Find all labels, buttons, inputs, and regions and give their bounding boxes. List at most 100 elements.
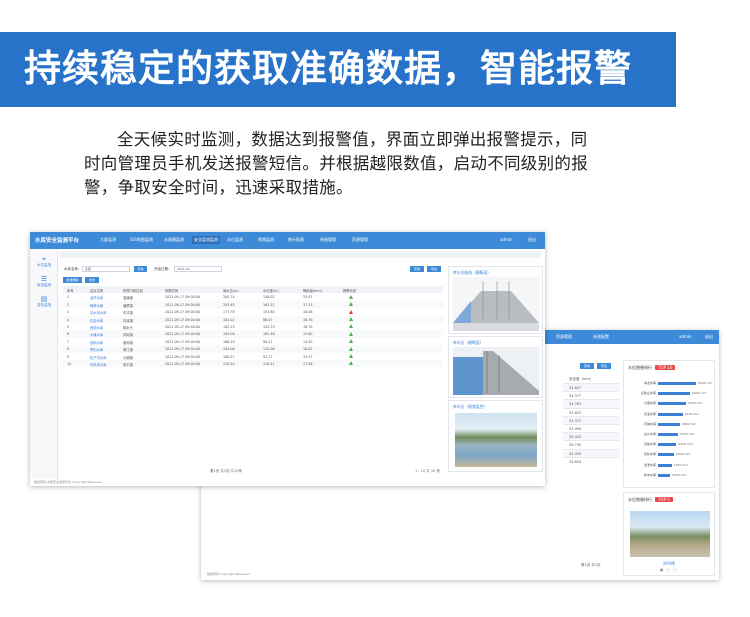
back-nav-resources[interactable]: 资源管理 bbox=[556, 334, 572, 340]
station-link[interactable]: 石岩水库 bbox=[90, 318, 103, 323]
front-top-nav: 水库安全监测平台 大屏监测 GIS地图监测 水雨情监测 安全监测监测 水位监测 … bbox=[30, 232, 545, 249]
column-header[interactable]: 降雨量(mm) bbox=[303, 288, 322, 293]
top10-badge: TOP 10 bbox=[655, 365, 676, 370]
column-header[interactable]: 所属行政区划 bbox=[123, 288, 143, 293]
table-row[interactable]: 10 长岭皮水库 常平镇 2021-09-17 09:00:00 220.20 118.4… bbox=[63, 359, 443, 368]
table-row[interactable]: 8 罗田水库 黄江镇 2021-09-17 09:00:00 204.06 110.08 1… bbox=[63, 345, 443, 353]
cross-section-curve-panel: 库水位曲线（横断面） bbox=[448, 266, 543, 334]
table-cell: 1 bbox=[67, 295, 70, 300]
back-nav-config[interactable]: 系统配置 bbox=[593, 334, 609, 340]
station-link[interactable]: 清水河水库 bbox=[90, 310, 106, 315]
station-link[interactable]: 铁岗水库 bbox=[90, 340, 103, 345]
table-row[interactable]: 1 龙华水库 温塘镇 2021-09-17 09:00:00 200.74 158.02 2… bbox=[63, 293, 443, 300]
nav-video[interactable]: 视频监测 bbox=[258, 237, 274, 243]
station-link[interactable]: 松子坑水库 bbox=[90, 355, 106, 360]
column-header[interactable]: 报警状态 bbox=[343, 288, 356, 293]
user-menu[interactable]: admin bbox=[500, 237, 513, 242]
table-cell: 2021-09-17 09:00:00 bbox=[165, 354, 201, 359]
batch-delete-button[interactable]: 批量删除 bbox=[63, 277, 82, 283]
column-header[interactable]: 库水位(m) bbox=[223, 288, 239, 293]
rank-value: 2800 mm bbox=[682, 421, 697, 426]
nav-reports[interactable]: 统计报表 bbox=[288, 237, 304, 243]
back-user-menu[interactable]: admin bbox=[679, 334, 692, 339]
table-cell: 5 bbox=[67, 324, 70, 329]
rank-value: 1700 mm bbox=[673, 462, 689, 467]
table-row[interactable]: 5 西丽水库 樟木头 2021-09-17 09:00:00 182.23 152.33 1… bbox=[63, 323, 443, 330]
nav-rain[interactable]: 水雨情监测 bbox=[164, 237, 184, 243]
station-link[interactable]: 西丽水库 bbox=[90, 325, 103, 330]
table-cell: 16.70 bbox=[303, 324, 313, 329]
nav-safety[interactable]: 安全监测监测 bbox=[192, 236, 220, 244]
column-header[interactable]: 采集时间 bbox=[165, 288, 178, 293]
back-exit-link[interactable]: 退出 bbox=[705, 334, 713, 340]
nav-gis[interactable]: GIS地图监测 bbox=[130, 237, 153, 243]
nav-dashboard[interactable]: 大屏监测 bbox=[100, 237, 116, 243]
table-row[interactable]: 2 梅林水库 塘厦镇 2021-09-17 09:00:00 205.63 163.22 1… bbox=[63, 300, 443, 309]
rank-name: 青龙水库 bbox=[643, 381, 656, 385]
table-cell: 2021-09-17 09:00:00 bbox=[165, 295, 201, 300]
normal-status-icon bbox=[349, 339, 353, 344]
column-header[interactable]: 序号 bbox=[67, 288, 74, 293]
table-row[interactable]: 7 铁岗水库 谢岗镇 2021-09-17 09:00:00 186.10 90.21 14… bbox=[63, 338, 443, 345]
rank-value: 2000 mm bbox=[676, 452, 691, 457]
table-cell: 2 bbox=[67, 302, 70, 307]
back-pager[interactable]: 第1页 共1页 bbox=[581, 563, 601, 568]
rank-name: 大塘水库 bbox=[643, 401, 656, 406]
exit-link[interactable]: 退出 bbox=[528, 237, 536, 243]
station-link[interactable]: 梅林水库 bbox=[90, 303, 103, 308]
rank-name: 龙潭水库 bbox=[643, 462, 656, 467]
table-cell: 92.17 bbox=[263, 354, 273, 359]
sidebar-item-deformation[interactable]: ▤ 变形监测 bbox=[30, 295, 58, 308]
table-cell: 2021-09-17 09:00:00 bbox=[165, 310, 201, 315]
nav-system[interactable]: 系统管理 bbox=[320, 237, 336, 243]
table-cell: 2021-09-17 09:00:00 bbox=[165, 347, 201, 352]
table-cell: 樟木头 bbox=[123, 325, 133, 330]
back-query-button[interactable]: 查询 bbox=[580, 363, 594, 369]
dam-cross-section-diagram bbox=[453, 277, 539, 331]
sidebar-item-water-level[interactable]: ⌖ 水位监测 bbox=[30, 255, 58, 268]
carousel-dots[interactable]: ● ○ ○ bbox=[624, 567, 714, 572]
nav-water-level[interactable]: 水位监测 bbox=[227, 237, 243, 243]
column-header[interactable]: 站点名称 bbox=[90, 288, 103, 293]
breadcrumb-strip bbox=[59, 251, 541, 258]
export-button[interactable]: 导出 bbox=[427, 266, 441, 272]
table-row[interactable]: 9 松子坑水库 大朗镇 2021-09-17 09:00:00 180.27 92.17 1… bbox=[63, 353, 443, 360]
table-row[interactable]: 6 大塘水库 凤岗镇 2021-09-17 09:00:00 184.06 162.46 1… bbox=[63, 330, 443, 338]
intro-line-3: 警，争取安全时间，迅速采取措施。 bbox=[84, 178, 353, 197]
normal-status-icon bbox=[349, 302, 353, 307]
rank-bar bbox=[658, 473, 670, 477]
pagination[interactable]: 第1页 共1页 共10条 bbox=[210, 469, 242, 474]
back-table-row: 33.823 bbox=[563, 407, 619, 416]
column-header[interactable]: 水位差(m) bbox=[263, 288, 279, 293]
back-export-button[interactable]: 导出 bbox=[597, 363, 611, 369]
dam-photo[interactable] bbox=[630, 511, 710, 557]
reservoir-select[interactable]: 全部 bbox=[82, 266, 130, 272]
sidebar-item-seepage[interactable]: ☰ 渗流监测 bbox=[30, 275, 58, 288]
table-cell: 2021-09-17 09:00:00 bbox=[165, 361, 201, 366]
rank-value: 5000 mm bbox=[698, 381, 713, 385]
table-cell: 184.06 bbox=[223, 332, 235, 337]
station-link[interactable]: 大塘水库 bbox=[90, 332, 103, 337]
reservoir-photo[interactable] bbox=[455, 413, 537, 467]
station-link[interactable]: 龙华水库 bbox=[90, 295, 103, 300]
rank-panel-top10: 水位隐患排行 TOP 10 青龙水库 5000 mm 红岭山水库 4000 mm 大塘水库… bbox=[623, 360, 715, 488]
intro-line-1: 全天候实时监测，数据达到报警值，界面立即弹出报警提示，同 bbox=[117, 130, 588, 149]
table-row[interactable]: 4 石岩水库 清溪镇 2021-09-17 09:00:00 184.02 86.07 16… bbox=[63, 315, 443, 323]
rank-value: 2300 mm bbox=[678, 442, 693, 447]
table-cell: 17.33 bbox=[303, 302, 313, 307]
rank-row: 双溪水库 3100 mm bbox=[624, 412, 714, 418]
reservoir-query-button[interactable]: 查询 bbox=[134, 266, 147, 272]
nav-resources[interactable]: 资源管理 bbox=[352, 237, 368, 243]
station-link[interactable]: 长岭皮水库 bbox=[90, 362, 106, 367]
date-picker[interactable]: 2021-09 bbox=[174, 266, 222, 272]
rank-bar bbox=[658, 453, 674, 457]
normal-status-icon bbox=[349, 354, 353, 359]
table-row[interactable]: 3 清水河水库 东坑镇 2021-09-17 09:00:00 177.76 154.80… bbox=[63, 308, 443, 315]
table-export-button[interactable]: 导出 bbox=[85, 277, 99, 283]
station-link[interactable]: 罗田水库 bbox=[90, 347, 103, 352]
query-button[interactable]: 查询 bbox=[410, 266, 424, 272]
rank-name: 红岭山水库 bbox=[640, 391, 656, 396]
table-cell: 162.46 bbox=[263, 332, 275, 337]
rank-panel-title: 水位隐患排行 TOP 10 bbox=[628, 365, 676, 371]
rank-row: 石峡水库 2800 mm bbox=[624, 422, 714, 428]
